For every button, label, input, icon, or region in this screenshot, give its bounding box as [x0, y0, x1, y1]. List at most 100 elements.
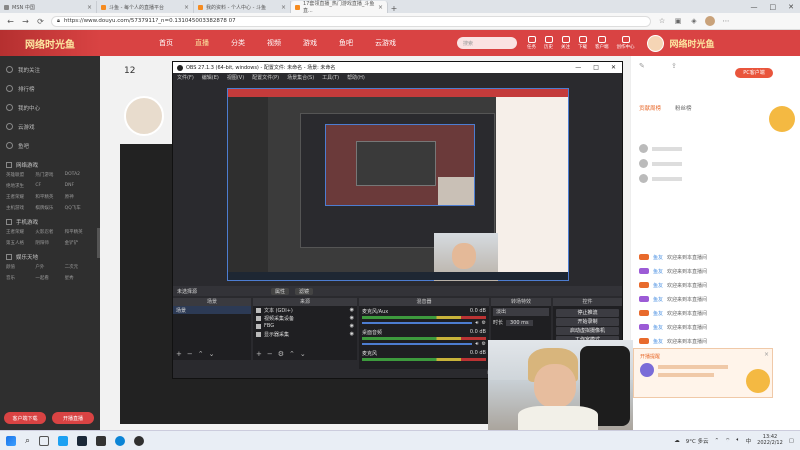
- source-item[interactable]: 文本 (GDI+) ◉: [253, 306, 357, 314]
- network-icon[interactable]: ⌔: [725, 437, 730, 444]
- sidebar-link[interactable]: 星秀: [65, 275, 94, 281]
- close-tab-icon[interactable]: ×: [184, 4, 189, 11]
- sidebar-link[interactable]: 王者荣耀: [6, 194, 35, 200]
- gear-icon[interactable]: ⚙: [278, 350, 284, 358]
- sidebar-link[interactable]: 原神: [65, 194, 94, 200]
- speaker-icon[interactable]: 🔊︎: [475, 341, 478, 347]
- sidebar-link[interactable]: 和平精英: [65, 229, 94, 235]
- search-input[interactable]: 搜索: [457, 37, 517, 49]
- more-icon[interactable]: ⋯: [721, 17, 731, 25]
- menu-edit[interactable]: 编辑(E): [202, 74, 219, 81]
- chevron-up-icon[interactable]: ⌃: [715, 438, 720, 444]
- menu-file[interactable]: 文件(F): [177, 74, 194, 81]
- sidebar-item-follow[interactable]: 我的关注: [0, 60, 100, 79]
- scene-item[interactable]: 场景: [173, 306, 251, 314]
- back-icon[interactable]: ←: [6, 17, 15, 26]
- close-tab-icon[interactable]: ×: [378, 4, 383, 11]
- tab-douyu-home[interactable]: 斗鱼 - 每个人的直播平台 ×: [97, 1, 194, 13]
- nav-game[interactable]: 游戏: [292, 38, 328, 48]
- site-logo[interactable]: 网络时光鱼: [0, 30, 100, 56]
- steam-icon[interactable]: [77, 435, 88, 446]
- mascot-icon[interactable]: [769, 106, 795, 132]
- sidebar-item-cloud[interactable]: 云游戏: [0, 117, 100, 136]
- task-button[interactable]: 任务: [527, 36, 536, 50]
- close-icon[interactable]: ✕: [611, 64, 616, 71]
- close-icon[interactable]: ✕: [788, 3, 794, 11]
- user-avatar[interactable]: [646, 34, 664, 52]
- tab-profile[interactable]: 我的资料 - 个人中心 - 斗鱼 ×: [194, 1, 291, 13]
- nav-live[interactable]: 直播: [184, 38, 220, 48]
- tab-live-room[interactable]: 17套领直播_热门游戏直播_斗鱼直... ×: [291, 1, 388, 14]
- stop-streaming-button[interactable]: 停止推流: [556, 309, 619, 317]
- tab-fans-rank[interactable]: 粉丝榜: [675, 104, 692, 112]
- volume-icon[interactable]: 🔈︎: [736, 437, 739, 444]
- start-live-button[interactable]: 开播直播: [52, 412, 94, 424]
- profile-icon[interactable]: [705, 16, 715, 26]
- menu-view[interactable]: 视图(V): [227, 74, 244, 81]
- menu-scene-collection[interactable]: 场景集合(S): [287, 74, 314, 81]
- notification-icon[interactable]: ▢: [789, 438, 794, 444]
- sidebar-link[interactable]: 户外: [35, 264, 64, 270]
- eye-icon[interactable]: ◉: [350, 307, 357, 313]
- new-tab-button[interactable]: +: [388, 4, 400, 13]
- sidebar-link[interactable]: 棋牌娱乐: [35, 205, 64, 211]
- nav-home[interactable]: 首页: [148, 38, 184, 48]
- minimize-icon[interactable]: —: [751, 3, 758, 11]
- up-icon[interactable]: ⌃: [198, 350, 204, 358]
- sidebar-link[interactable]: 第五人格: [6, 240, 35, 246]
- folder-icon[interactable]: [96, 435, 107, 446]
- sidebar-link[interactable]: 颜值: [6, 264, 35, 270]
- eye-icon[interactable]: ◉: [350, 323, 357, 329]
- client-button[interactable]: 客户端: [595, 36, 609, 50]
- forward-icon[interactable]: →: [21, 17, 30, 26]
- sidebar-link[interactable]: 绝地求生: [6, 183, 35, 189]
- sidebar-link[interactable]: 热门游戏: [35, 172, 64, 178]
- start-recording-button[interactable]: 开始录制: [556, 318, 619, 326]
- extensions-icon[interactable]: ◈: [689, 17, 699, 25]
- sidebar-link[interactable]: 二次元: [65, 264, 94, 270]
- obs-taskbar-icon[interactable]: [134, 435, 145, 446]
- edge-icon[interactable]: [58, 435, 69, 446]
- creator-button[interactable]: 创作中心: [617, 36, 635, 50]
- history-button[interactable]: 历史: [544, 36, 553, 50]
- pc-client-badge[interactable]: PC客户端: [735, 68, 773, 78]
- tab-msn[interactable]: MSN 中国 ×: [0, 1, 97, 13]
- eye-icon[interactable]: ◉: [350, 315, 357, 321]
- windows-start-icon[interactable]: [6, 435, 16, 446]
- download-client-button[interactable]: 客户端下载: [4, 412, 46, 424]
- up-icon[interactable]: ⌃: [289, 350, 295, 358]
- close-tab-icon[interactable]: ×: [87, 4, 92, 11]
- favorite-icon[interactable]: ☆: [657, 17, 667, 25]
- maximize-icon[interactable]: □: [770, 3, 777, 11]
- filters-button[interactable]: 滤镜: [295, 287, 314, 295]
- add-icon[interactable]: +: [176, 350, 182, 358]
- weather-icon[interactable]: ☁: [674, 438, 680, 444]
- sidebar-link[interactable]: 阴阳师: [35, 240, 64, 246]
- volume-slider[interactable]: 🔊︎ ⚙: [362, 341, 486, 347]
- down-icon[interactable]: ⌄: [209, 350, 215, 358]
- properties-button[interactable]: 属性: [271, 287, 290, 295]
- duration-input[interactable]: 300 ms: [506, 319, 533, 326]
- obs-preview[interactable]: [227, 88, 569, 281]
- sidebar-link[interactable]: CF: [35, 183, 64, 189]
- rank-row[interactable]: [639, 144, 682, 153]
- sidebar-link[interactable]: 主机游戏: [6, 205, 35, 211]
- transition-select[interactable]: 淡出: [493, 308, 549, 316]
- sidebar-link[interactable]: 英雄联盟: [6, 172, 35, 178]
- sidebar-link[interactable]: QQ飞车: [65, 205, 94, 211]
- source-item[interactable]: 显示器采集 ◉: [253, 330, 357, 338]
- nav-yuba[interactable]: 鱼吧: [328, 38, 364, 48]
- download-button[interactable]: 下载: [578, 36, 587, 50]
- share-icon[interactable]: ⇪: [671, 62, 677, 70]
- nav-category[interactable]: 分类: [220, 38, 256, 48]
- sidebar-item-center[interactable]: 我的中心: [0, 98, 100, 117]
- virtual-camera-button[interactable]: 启动虚拟摄像机: [556, 327, 619, 335]
- sidebar-link[interactable]: 和平精英: [35, 194, 64, 200]
- sidebar-link[interactable]: DNF: [65, 183, 94, 189]
- source-item[interactable]: FBG ◉: [253, 322, 357, 330]
- menu-tools[interactable]: 工具(T): [322, 74, 339, 81]
- add-icon[interactable]: +: [256, 350, 262, 358]
- follow-button[interactable]: 关注: [561, 36, 570, 50]
- clock[interactable]: 13:42 2022/2/12: [757, 434, 783, 446]
- speaker-icon[interactable]: 🔊︎: [475, 320, 478, 326]
